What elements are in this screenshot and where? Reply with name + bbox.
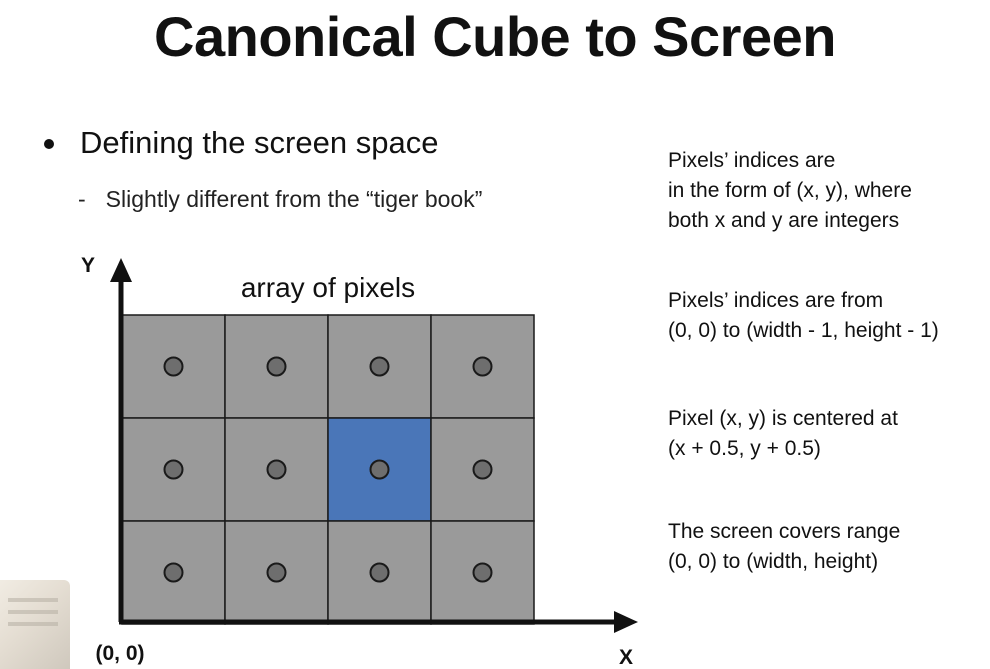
pixel-center-dot (266, 356, 287, 377)
pixel-center-dot (266, 562, 287, 583)
pixel-center-dot (472, 562, 493, 583)
pixel-center-dot (163, 562, 184, 583)
pixel-grid (121, 314, 535, 625)
note-pixel-center: Pixel (x, y) is centered at (x + 0.5, y … (668, 404, 898, 464)
note-line: in the form of (x, y), where (668, 179, 912, 202)
note-line: both x and y are integers (668, 209, 900, 232)
note-line: (x + 0.5, y + 0.5) (668, 437, 821, 460)
presenter-webcam-thumbnail (0, 580, 70, 669)
note-line: (0, 0) to (width, height) (668, 550, 879, 573)
y-axis-arrowhead (110, 258, 132, 282)
pixel-center-dot (163, 459, 184, 480)
pixel-center-dot (163, 356, 184, 377)
note-line: Pixels’ indices are from (668, 289, 884, 312)
note-pixel-indices-range: Pixels’ indices are from (0, 0) to (widt… (668, 286, 939, 346)
pixel-center-dot (369, 562, 390, 583)
note-line: (0, 0) to (width - 1, height - 1) (668, 319, 939, 342)
y-axis-label: Y (81, 254, 95, 277)
grid-caption: array of pixels (241, 272, 415, 303)
origin-label: (0, 0) (95, 642, 144, 665)
note-line: The screen covers range (668, 520, 901, 543)
note-pixel-indices-form: Pixels’ indices are in the form of (x, y… (668, 146, 912, 236)
note-line: Pixel (x, y) is centered at (668, 407, 898, 430)
pixel-center-dot (266, 459, 287, 480)
pixel-center-dot (472, 356, 493, 377)
pixel-center-dot (472, 459, 493, 480)
note-screen-range: The screen covers range (0, 0) to (width… (668, 517, 900, 577)
pixel-center-dot (369, 459, 390, 480)
pixel-center-dot (369, 356, 390, 377)
note-line: Pixels’ indices are (668, 149, 836, 172)
x-axis-arrowhead (614, 611, 638, 633)
x-axis-label: X (619, 646, 633, 669)
